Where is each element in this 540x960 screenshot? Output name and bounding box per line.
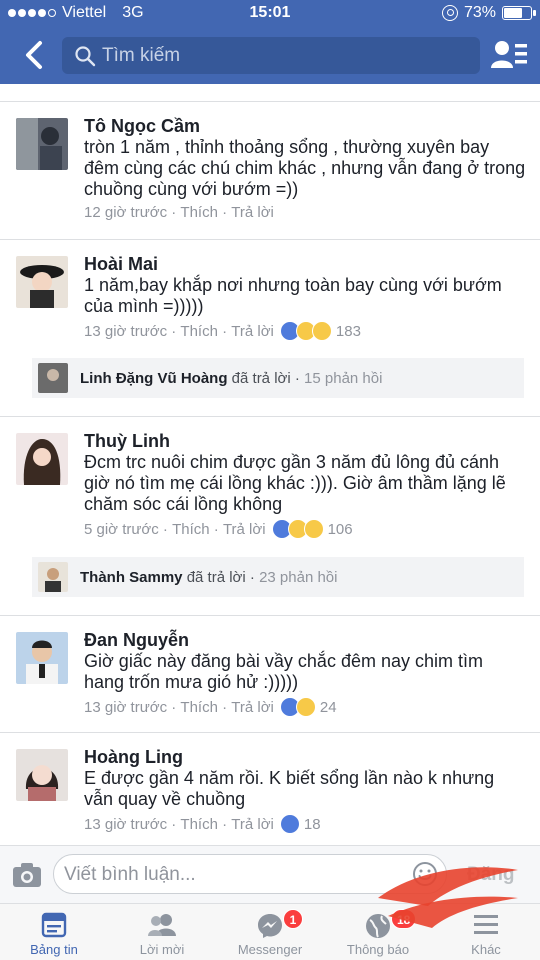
tab-label: Messenger [237, 942, 303, 957]
smiley-icon[interactable] [412, 861, 438, 887]
globe-icon [366, 914, 390, 938]
comment-item: Hoài Mai 1 năm,bay khắp nơi nhưng toàn b… [0, 240, 540, 416]
comment-author[interactable]: Hoàng Ling [84, 747, 526, 768]
comment-time: 5 giờ trước [84, 520, 159, 538]
comment-item: Thuỳ Linh Đcm trc nuôi chim được gần 3 n… [0, 417, 540, 615]
comment-author[interactable]: Đan Nguyễn [84, 630, 526, 651]
like-link[interactable]: Thích [180, 699, 218, 716]
like-link[interactable]: Thích [180, 816, 218, 833]
avatar[interactable] [16, 433, 68, 485]
comment-meta: 5 giờ trước · Thích · Trả lời 106 [84, 519, 353, 539]
tab-label: Khác [471, 942, 501, 957]
comment-author[interactable]: Tô Ngọc Cầm [84, 116, 526, 137]
menu-icon [474, 915, 498, 934]
comment-author[interactable]: Hoài Mai [84, 254, 526, 275]
like-link[interactable]: Thích [172, 521, 210, 538]
tab-news-feed[interactable]: Bảng tin [0, 904, 108, 960]
reaction-summary[interactable]: 183 [279, 321, 361, 341]
status-bar: Viettel 3G 15:01 73% [0, 0, 540, 28]
comment-input-wrap[interactable] [53, 854, 447, 894]
reply-link[interactable]: Trả lời [231, 323, 274, 340]
comments-list: Tô Ngọc Cầm tròn 1 năm , thỉnh thoảng sổ… [0, 101, 540, 841]
reply-author[interactable]: Thành Sammy [80, 569, 183, 586]
comment-time: 13 giờ trước [84, 698, 168, 716]
battery-percent: 73% [463, 4, 496, 21]
post-button[interactable]: Đăng [467, 864, 515, 886]
news-feed-icon [41, 912, 67, 938]
sad-reaction-icon [303, 519, 324, 539]
reaction-count: 18 [303, 815, 321, 833]
comment-meta: 13 giờ trước · Thích · Trả lời 183 [84, 321, 361, 341]
tab-messenger[interactable]: 1 Messenger [216, 904, 324, 960]
reply-count: 15 phản hồi [304, 369, 383, 387]
wow-reaction-icon [311, 321, 332, 341]
comment-item: Hoàng Ling E được gần 4 năm rồi. K biết … [0, 733, 540, 841]
comment-author[interactable]: Thuỳ Linh [84, 431, 526, 452]
camera-icon[interactable] [12, 862, 42, 888]
notification-badge: 18 [390, 909, 417, 929]
comment-text: Đcm trc nuôi chim được gần 3 năm đủ lông… [84, 452, 506, 514]
reply-action: đã trả lời [231, 369, 291, 387]
avatar[interactable] [16, 256, 68, 308]
friends-list-icon[interactable] [490, 38, 528, 72]
search-box[interactable] [62, 37, 480, 74]
tab-more[interactable]: Khác [432, 904, 540, 960]
comment-text: E được gần 4 năm rồi. K biết sổng lần nà… [84, 768, 495, 809]
messenger-icon [258, 914, 282, 938]
reply-count: 23 phản hồi [259, 568, 338, 586]
comment-item: Tô Ngọc Cầm tròn 1 năm , thỉnh thoảng sổ… [0, 102, 540, 239]
comment-meta: 13 giờ trước · Thích · Trả lời 18 [84, 814, 321, 834]
search-icon [75, 45, 96, 66]
reply-avatar [38, 363, 68, 393]
top-bar: Viettel 3G 15:01 73% [0, 0, 540, 84]
reply-action: đã trả lời [186, 568, 246, 586]
comment-input[interactable] [64, 864, 394, 886]
view-replies[interactable]: Thành Sammy đã trả lời · 23 phản hồi [32, 557, 524, 597]
reaction-count: 106 [327, 520, 353, 538]
chevron-left-icon[interactable] [18, 38, 52, 72]
comment-time: 13 giờ trước [84, 322, 168, 340]
comment-text: tròn 1 năm , thỉnh thoảng sổng , thường … [84, 137, 526, 199]
tab-friend-requests[interactable]: Lời mời [108, 904, 216, 960]
view-replies[interactable]: Linh Đặng Vũ Hoàng đã trả lời · 15 phản … [32, 358, 524, 398]
reaction-summary[interactable]: 106 [271, 519, 353, 539]
reply-avatar [38, 562, 68, 592]
reaction-count: 183 [335, 322, 361, 340]
reaction-summary[interactable]: 18 [279, 814, 321, 834]
reply-author[interactable]: Linh Đặng Vũ Hoàng [80, 370, 228, 387]
friend-requests-icon [148, 914, 176, 936]
like-reaction-icon [279, 814, 300, 834]
reply-link[interactable]: Trả lời [231, 204, 274, 221]
tab-label: Thông báo [346, 942, 410, 957]
tab-bar: Bảng tin Lời mời 1 Messenger 18 Thông bá… [0, 903, 540, 960]
comment-text: Giờ giấc này đăng bài vầy chắc đêm nay c… [84, 651, 483, 692]
comment-item: Đan Nguyễn Giờ giấc này đăng bài vầy chắ… [0, 616, 540, 732]
reply-link[interactable]: Trả lời [231, 699, 274, 716]
notification-badge: 1 [282, 909, 303, 929]
avatar[interactable] [16, 749, 68, 801]
tab-label: Lời mời [139, 942, 185, 957]
reply-link[interactable]: Trả lời [231, 816, 274, 833]
comment-time: 12 giờ trước [84, 204, 168, 221]
reply-link[interactable]: Trả lời [223, 521, 266, 538]
orientation-lock-icon [441, 5, 458, 21]
comment-meta: 13 giờ trước · Thích · Trả lời 24 [84, 697, 337, 717]
comment-meta: 12 giờ trước · Thích · Trả lời [84, 204, 274, 221]
battery-icon [502, 6, 536, 20]
avatar[interactable] [16, 632, 68, 684]
comment-text: 1 năm,bay khắp nơi nhưng toàn bay cùng v… [84, 275, 502, 316]
haha-reaction-icon [295, 697, 316, 717]
search-input[interactable] [102, 44, 462, 67]
like-link[interactable]: Thích [180, 323, 218, 340]
comment-composer: Đăng [0, 845, 540, 903]
reaction-summary[interactable]: 24 [279, 697, 337, 717]
tab-notifications[interactable]: 18 Thông báo [324, 904, 432, 960]
reaction-count: 24 [319, 698, 337, 716]
status-right: 73% [441, 4, 536, 22]
tab-label: Bảng tin [30, 942, 78, 957]
comment-time: 13 giờ trước [84, 815, 168, 833]
avatar[interactable] [16, 118, 68, 170]
like-link[interactable]: Thích [180, 204, 218, 221]
